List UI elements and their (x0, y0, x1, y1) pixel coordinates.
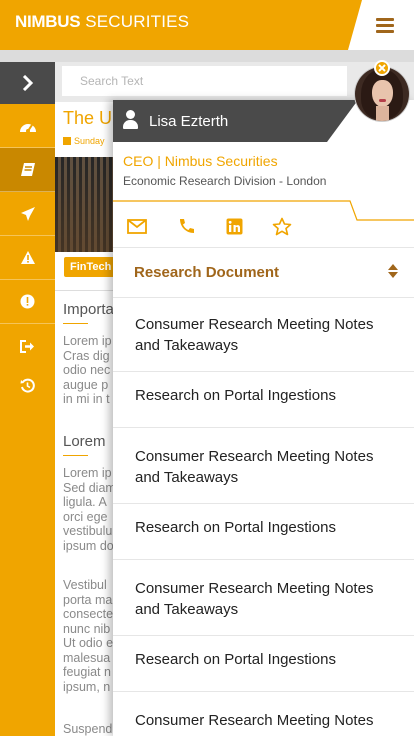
document-list-item[interactable]: Consumer Research Meeting Notes and Take… (113, 560, 414, 636)
brand-logo[interactable]: NIMBUS SECURITIES (15, 12, 189, 32)
document-list-item[interactable]: Research on Portal Ingestions (113, 504, 414, 560)
article-paragraph-4: Suspend (63, 722, 113, 736)
linkedin-icon[interactable] (222, 214, 246, 238)
document-list-item[interactable]: Consumer Research Meeting Notes and Take… (113, 298, 414, 372)
sidebar-item-documents[interactable] (0, 148, 55, 192)
sidebar-item-warnings[interactable] (0, 236, 55, 280)
star-icon[interactable] (270, 214, 294, 238)
profile-dropdown: Lisa Ezterth CEO | Nimbus Securities Eco… (113, 100, 414, 736)
top-header: NIMBUS SECURITIES (0, 0, 414, 50)
search-input[interactable] (62, 66, 347, 96)
brand-name-rest: SECURITIES (85, 12, 190, 31)
chevron-right-icon (22, 75, 33, 91)
alert-circle-icon (20, 294, 35, 309)
sidebar-item-sign-out[interactable] (0, 331, 55, 361)
research-document-select[interactable]: Research Document (113, 248, 414, 298)
article-title[interactable]: The U (63, 108, 112, 129)
sidebar (0, 62, 55, 736)
sidebar-item-alerts[interactable] (0, 280, 55, 324)
article-heading-2: Lorem (63, 433, 106, 450)
sort-caret-icon (388, 264, 398, 278)
sidebar-item-dashboard[interactable] (0, 104, 55, 148)
warning-icon (20, 251, 35, 264)
sidebar-item-travel[interactable] (0, 192, 55, 236)
hamburger-icon (376, 18, 394, 33)
article-divider (55, 290, 120, 291)
article-preview: The U Sunday FinTech Importa Lorem ip Cra… (55, 102, 120, 736)
heading-underline (63, 323, 88, 324)
sign-out-icon (20, 339, 34, 353)
history-icon (20, 378, 35, 393)
book-icon (20, 162, 35, 176)
profile-role: CEO | Nimbus Securities (123, 153, 278, 169)
article-paragraph-2: Lorem ip Sed diam ligula. Aorci ege vestibu… (63, 466, 116, 553)
profile-division: Economic Research Division - London (123, 174, 327, 188)
brand-name-bold: NIMBUS (15, 12, 81, 31)
article-date-text: Sunday (74, 136, 105, 146)
calendar-icon (63, 137, 71, 145)
profile-name: Lisa Ezterth (149, 113, 229, 130)
user-icon (122, 110, 138, 130)
document-list-item[interactable]: Research on Portal Ingestions (113, 372, 414, 428)
article-heading-1: Importa (63, 301, 114, 318)
research-document-label: Research Document (134, 264, 280, 281)
sidebar-item-history[interactable] (0, 370, 55, 400)
sidebar-toggle-button[interactable] (0, 62, 55, 104)
phone-icon[interactable] (174, 214, 198, 238)
dashboard-icon (19, 123, 36, 133)
header-divider (0, 50, 414, 62)
article-date: Sunday (63, 136, 105, 146)
article-paragraph-1: Lorem ip Cras dig odio nec augue p in mi in … (63, 334, 112, 406)
document-list-item[interactable]: Consumer Research Meeting Notes and Take… (113, 428, 414, 504)
email-icon[interactable] (125, 214, 149, 238)
menu-button[interactable] (348, 0, 414, 50)
heading-underline (63, 455, 88, 456)
article-image (55, 157, 120, 252)
close-icon[interactable] (374, 60, 390, 76)
airplane-icon (20, 206, 35, 221)
article-paragraph-3: Vestibul porta ma consecte nunc nib Ut odio … (63, 578, 114, 694)
document-list-item[interactable]: Consumer Research Meeting Notes (113, 692, 414, 736)
contact-actions (113, 210, 414, 250)
document-list-item[interactable]: Research on Portal Ingestions (113, 636, 414, 692)
article-tag[interactable]: FinTech (64, 257, 118, 277)
